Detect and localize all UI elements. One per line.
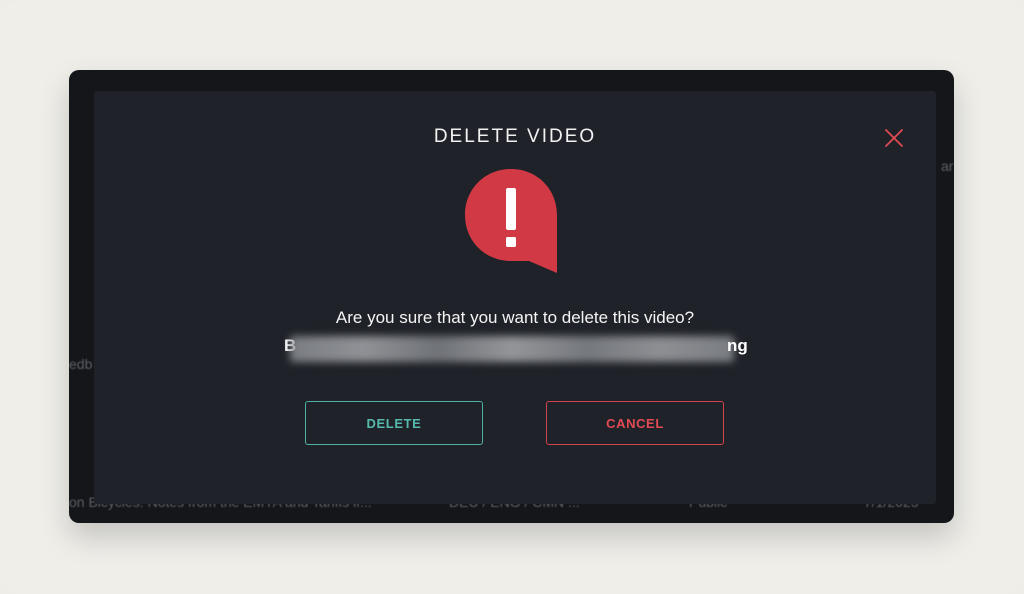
close-button[interactable] [882,126,906,150]
confirmation-message: Are you sure that you want to delete thi… [335,308,695,327]
redacted-video-name [290,336,734,362]
delete-video-dialog: DELETE VIDEO Are you sure that you want … [94,91,936,504]
close-icon [885,129,903,147]
background-text-fragment: edb [69,356,93,372]
exclamation-speech-bubble-icon [465,169,557,273]
dialog-title: DELETE VIDEO [433,126,597,147]
delete-button[interactable]: DELETE [305,401,483,445]
screenshot-frame: ar edb on Bicycles: Notes from the EMYA … [0,0,1024,594]
background-text-fragment: ar [941,158,954,174]
cancel-button[interactable]: CANCEL [546,401,724,445]
video-name-end: ng [727,336,748,355]
